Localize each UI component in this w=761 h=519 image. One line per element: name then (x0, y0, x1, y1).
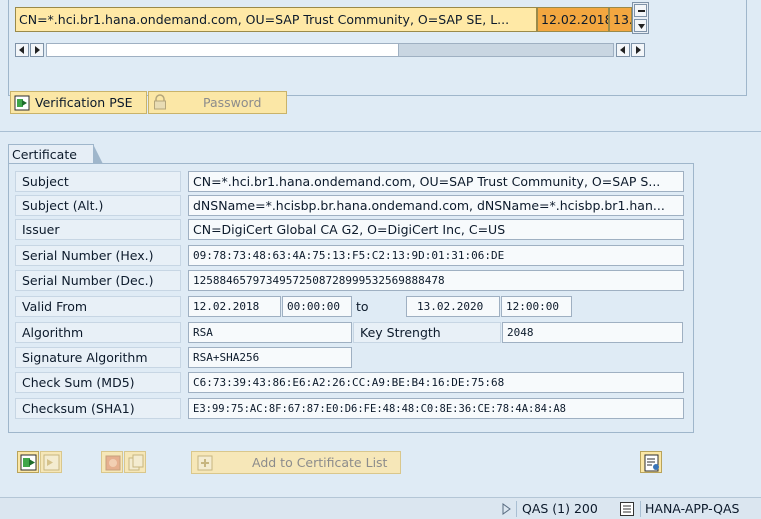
scroll-up-icon[interactable] (634, 4, 647, 17)
valid-to-time-field[interactable]: 12:00:00 (501, 296, 572, 317)
document-details-icon (641, 454, 663, 477)
table-cell-subject[interactable]: CN=*.hci.br1.hana.ondemand.com, OU=SAP T… (15, 7, 537, 32)
horizontal-scroll-track[interactable] (46, 43, 614, 57)
add-to-certificate-list-button[interactable]: Add to Certificate List (191, 451, 401, 474)
table-cell-valid-from[interactable]: 12.02.2018 (537, 7, 609, 32)
scroll-left-icon[interactable] (15, 43, 29, 57)
valid-from-time-field[interactable]: 00:00:00 (282, 296, 352, 317)
scroll-right-icon[interactable] (631, 43, 645, 57)
password-button[interactable]: Password (148, 91, 287, 114)
valid-from-label: Valid From (15, 296, 181, 317)
subject-alt-label: Subject (Alt.) (15, 195, 181, 216)
subject-alt-field[interactable]: dNSName=*.hcisbp.br.hana.ondemand.com, d… (188, 195, 684, 216)
certificate-title-text: Certificate (12, 147, 77, 162)
checksum-md5-label: Check Sum (MD5) (15, 372, 181, 393)
import-certificate-button[interactable] (17, 451, 39, 473)
status-divider (516, 501, 517, 517)
key-strength-field[interactable]: 2048 (502, 322, 683, 343)
section-divider (0, 131, 761, 132)
issuer-label: Issuer (15, 219, 181, 240)
delete-certificate-button[interactable] (101, 451, 123, 473)
server-name: HANA-APP-QAS (645, 501, 740, 516)
export-certificate-icon (41, 454, 63, 477)
checksum-sha1-label: Checksum (SHA1) (15, 398, 181, 419)
horizontal-scroll-thumb[interactable] (47, 44, 399, 56)
valid-to-separator-label: to (356, 299, 369, 314)
signature-algorithm-field[interactable]: RSA+SHA256 (188, 347, 352, 368)
scroll-right-icon[interactable] (30, 43, 44, 57)
expand-triangle-icon[interactable] (502, 503, 512, 515)
add-to-certificate-list-label: Add to Certificate List (252, 455, 388, 470)
key-strength-label: Key Strength (353, 322, 501, 343)
copy-certificate-button[interactable] (124, 451, 146, 473)
algorithm-field[interactable]: RSA (188, 322, 352, 343)
certificate-group-title: Certificate (8, 144, 103, 164)
import-certificate-icon (18, 454, 40, 477)
password-label: Password (203, 95, 262, 110)
certificate-table-area: CN=*.hci.br1.hana.ondemand.com, OU=SAP T… (0, 0, 761, 100)
signature-algorithm-label: Signature Algorithm (15, 347, 181, 368)
scroll-left-icon[interactable] (616, 43, 630, 57)
table-cell-valid-to[interactable]: 13.02 (609, 7, 632, 32)
subject-field[interactable]: CN=*.hci.br1.hana.ondemand.com, OU=SAP T… (188, 171, 684, 192)
display-details-button[interactable] (640, 451, 662, 473)
checksum-sha1-field[interactable]: E3:99:75:AC:8F:67:87:E0:D6:FE:48:48:C0:8… (188, 398, 684, 419)
serial-hex-label: Serial Number (Hex.) (15, 245, 181, 266)
valid-to-date-field[interactable]: 13.02.2020 (406, 296, 500, 317)
table-vertical-scrollbar[interactable] (632, 2, 649, 34)
issuer-field[interactable]: CN=DigiCert Global CA G2, O=DigiCert Inc… (188, 219, 684, 240)
import-icon (14, 95, 30, 111)
algorithm-label: Algorithm (15, 322, 181, 343)
valid-from-date-field[interactable]: 12.02.2018 (188, 296, 281, 317)
verification-pse-button[interactable]: Verification PSE (10, 91, 147, 114)
delete-certificate-icon (102, 455, 124, 477)
status-divider (640, 501, 641, 517)
system-menu-icon[interactable] (620, 502, 634, 516)
add-certificate-icon (196, 454, 214, 472)
lock-icon (153, 94, 167, 110)
serial-hex-field[interactable]: 09:78:73:48:63:4A:75:13:F5:C2:13:9D:01:3… (188, 245, 684, 266)
status-bar: QAS (1) 200 HANA-APP-QAS (0, 497, 761, 519)
export-certificate-button[interactable] (40, 451, 62, 473)
system-info: QAS (1) 200 (522, 501, 598, 516)
subject-label: Subject (15, 171, 181, 192)
serial-dec-label: Serial Number (Dec.) (15, 270, 181, 291)
checksum-md5-field[interactable]: C6:73:39:43:86:E6:A2:26:CC:A9:BE:B4:16:D… (188, 372, 684, 393)
horizontal-scroll-remaining (399, 44, 613, 56)
verification-pse-label: Verification PSE (35, 95, 133, 110)
scroll-down-icon[interactable] (634, 19, 647, 32)
serial-dec-field[interactable]: 12588465797349572508728999532569888478 (188, 270, 684, 291)
copy-certificate-icon (125, 454, 147, 477)
